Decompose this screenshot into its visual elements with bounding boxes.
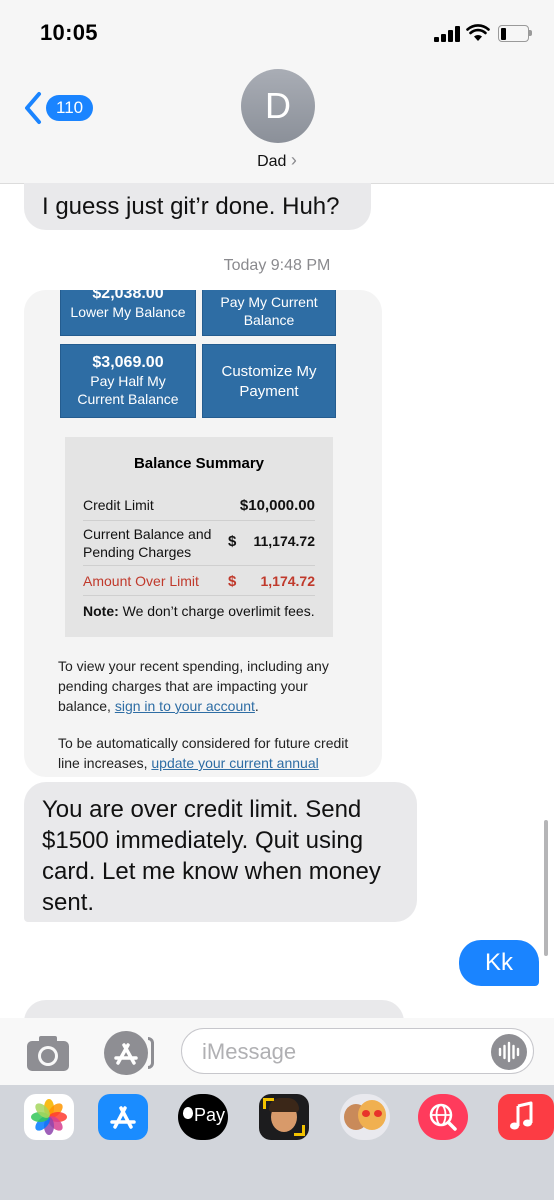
screenshot-image-message[interactable]: $2,038.00 Lower My Balance Pay My Curren… (24, 290, 382, 777)
outgoing-message-bubble[interactable]: Kk (459, 940, 539, 986)
app-store-icon[interactable] (98, 1094, 148, 1140)
row-divider (83, 565, 315, 566)
app-store-apps-button[interactable] (104, 1031, 154, 1075)
battery-icon (498, 25, 532, 42)
contact-name[interactable]: Dad › (0, 150, 554, 171)
balance-summary-title: Balance Summary (133, 455, 265, 472)
cellular-signal-icon (434, 26, 460, 42)
pay-current-balance-button: Pay My Current Balance (202, 290, 336, 336)
overlimit-note: Note: We don’t charge overlimit fees. (83, 603, 315, 619)
photos-icon[interactable] (24, 1094, 74, 1140)
pay-half-balance-button: $3,069.00 Pay Half My Current Balance (60, 344, 196, 418)
message-text: You are over credit limit. Send $1500 im… (42, 796, 381, 916)
sign-in-link: sign in to your account (114, 698, 255, 714)
credit-limit-row: Credit Limit $10,000.00 (83, 497, 315, 514)
message-text: I guess just git’r done. Huh? (42, 193, 340, 220)
message-text: Kk (484, 949, 513, 976)
incoming-message-bubble[interactable]: You are over credit limit. Send $1500 im… (24, 782, 417, 922)
scroll-indicator[interactable] (544, 820, 548, 956)
web-search-icon[interactable] (418, 1094, 468, 1140)
animoji-icon[interactable] (340, 1094, 390, 1140)
back-chevron-icon[interactable] (22, 91, 44, 125)
memoji-icon[interactable] (259, 1094, 309, 1140)
balance-summary-panel: Balance Summary Credit Limit $10,000.00 … (65, 437, 333, 637)
credit-line-paragraph: To be automatically considered for futur… (58, 733, 358, 777)
contact-avatar[interactable]: D (241, 69, 315, 143)
apple-logo-icon (183, 1107, 193, 1119)
wifi-icon (466, 24, 490, 41)
lower-balance-button: $2,038.00 Lower My Balance (60, 290, 196, 336)
recent-spending-paragraph: To view your recent spending, including … (58, 658, 329, 714)
incoming-message-bubble[interactable]: I guess just git’r done. Huh? (24, 183, 371, 230)
apple-pay-icon[interactable]: Pay (178, 1094, 228, 1140)
music-icon[interactable] (498, 1094, 554, 1140)
unread-count-badge[interactable]: 110 (46, 95, 94, 121)
audio-message-icon[interactable] (491, 1034, 527, 1070)
current-balance-row: Current Balance and Pending Charges $ 11… (83, 526, 315, 560)
amount-over-limit-row: Amount Over Limit $ 1,174.72 (83, 573, 315, 590)
row-divider (83, 520, 315, 521)
camera-icon[interactable] (26, 1031, 70, 1075)
status-time: 10:05 (40, 20, 98, 45)
customize-payment-button: Customize My Payment (202, 344, 336, 418)
message-input[interactable] (200, 1038, 474, 1066)
avatar-initial: D (265, 85, 291, 126)
message-timestamp: Today 9:48 PM (223, 257, 331, 274)
imessage-text-field[interactable] (181, 1028, 534, 1074)
chevron-right-icon: › (290, 150, 297, 170)
apps-icon (104, 1031, 148, 1075)
row-divider (83, 595, 315, 596)
